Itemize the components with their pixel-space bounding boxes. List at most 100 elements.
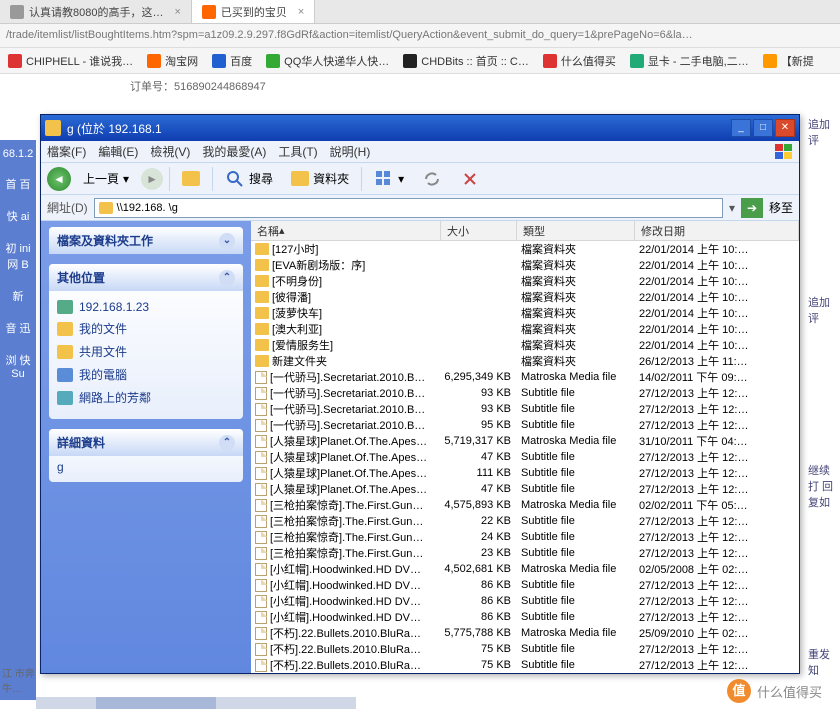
- file-row[interactable]: [一代骄马].Secretariat.2010.B…93 KBSubtitle …: [251, 385, 799, 401]
- file-row[interactable]: [EVA新剧场版：序]檔案資料夾22/01/2014 上午 10:…: [251, 257, 799, 273]
- file-row[interactable]: [三枪拍案惊奇].The.First.Gun…22 KBSubtitle fil…: [251, 513, 799, 529]
- file-icon: [255, 451, 267, 464]
- maximize-button[interactable]: □: [753, 119, 773, 137]
- col-date[interactable]: 修改日期: [635, 221, 799, 240]
- menubar: 檔案(F) 編輯(E) 檢視(V) 我的最愛(A) 工具(T) 說明(H): [41, 141, 799, 163]
- bookmark-item[interactable]: 百度: [212, 53, 252, 69]
- file-row[interactable]: [一代骄马].Secretariat.2010.B…95 KBSubtitle …: [251, 417, 799, 433]
- chevron-icon: ⌄: [219, 233, 235, 249]
- address-bar: 網址(D) \\192.168. \g ▾ ➔ 移至: [41, 195, 799, 221]
- menu-item[interactable]: 工具(T): [278, 143, 317, 160]
- address-label: 網址(D): [47, 199, 88, 216]
- file-row[interactable]: [三枪拍案惊奇].The.First.Gun…23 KBSubtitle fil…: [251, 545, 799, 561]
- file-row[interactable]: [人猿星球]Planet.Of.The.Apes…111 KBSubtitle …: [251, 465, 799, 481]
- cancel-icon[interactable]: [454, 167, 486, 191]
- url-bar[interactable]: /trade/itemlist/listBoughtItems.htm?spm=…: [0, 24, 840, 48]
- minimize-button[interactable]: _: [731, 119, 751, 137]
- bookmark-item[interactable]: 淘宝网: [147, 53, 198, 69]
- file-row[interactable]: [小红帽].Hoodwinked.HD DV…86 KBSubtitle fil…: [251, 609, 799, 625]
- file-row[interactable]: [三枪拍案惊奇].The.First.Gun…4,575,893 KBMatro…: [251, 497, 799, 513]
- go-label: 移至: [769, 199, 793, 216]
- places-section-header[interactable]: 其他位置⌃: [49, 264, 243, 291]
- file-row[interactable]: [爱情服务生]檔案資料夾22/01/2014 上午 10:…: [251, 337, 799, 353]
- scrollbar[interactable]: [36, 697, 356, 709]
- details-section-header[interactable]: 詳細資料⌃: [49, 429, 243, 456]
- file-icon: [255, 563, 267, 576]
- file-row[interactable]: [小红帽].Hoodwinked.HD DV…4,502,681 KBMatro…: [251, 561, 799, 577]
- chevron-icon: ⌃: [219, 435, 235, 451]
- place-item[interactable]: 共用文件: [57, 340, 235, 363]
- view-button[interactable]: ▾: [368, 167, 410, 191]
- file-row[interactable]: [不明身份]檔案資料夾22/01/2014 上午 10:…: [251, 273, 799, 289]
- file-row[interactable]: [小红帽].Hoodwinked.HD DV…86 KBSubtitle fil…: [251, 577, 799, 593]
- sync-icon[interactable]: [416, 167, 448, 191]
- address-input[interactable]: \\192.168. \g: [94, 198, 723, 218]
- file-row[interactable]: [小红帽].Hoodwinked.HD DV…86 KBSubtitle fil…: [251, 593, 799, 609]
- file-row[interactable]: [不朽].22.Bullets.2010.BluRa…75 KBSubtitle…: [251, 641, 799, 657]
- col-size[interactable]: 大小: [441, 221, 517, 240]
- file-row[interactable]: [一代骄马].Secretariat.2010.B…93 KBSubtitle …: [251, 401, 799, 417]
- file-row[interactable]: [澳大利亚]檔案資料夾22/01/2014 上午 10:…: [251, 321, 799, 337]
- file-row[interactable]: [127小时]檔案資料夾22/01/2014 上午 10:…: [251, 241, 799, 257]
- close-button[interactable]: ✕: [775, 119, 795, 137]
- file-row[interactable]: [彼得潘]檔案資料夾22/01/2014 上午 10:…: [251, 289, 799, 305]
- col-type[interactable]: 類型: [517, 221, 635, 240]
- folder-icon: [255, 291, 269, 303]
- folders-button[interactable]: 資料夾: [285, 168, 355, 189]
- file-icon: [255, 595, 267, 608]
- file-row[interactable]: [菠萝快车]檔案資料夾22/01/2014 上午 10:…: [251, 305, 799, 321]
- browser-tab[interactable]: 已买到的宝贝×: [192, 0, 315, 23]
- bookmark-item[interactable]: QQ华人快递华人快…: [266, 53, 389, 69]
- file-row[interactable]: [不朽].22.Bullets.2010.BluRa…75 KBSubtitle…: [251, 657, 799, 673]
- place-item[interactable]: 我的文件: [57, 317, 235, 340]
- forward-button: ►: [141, 168, 163, 190]
- watermark: 值 什么值得买: [727, 679, 822, 703]
- folder-icon: [45, 120, 61, 136]
- file-row[interactable]: [人猿星球]Planet.Of.The.Apes…47 KBSubtitle f…: [251, 449, 799, 465]
- browser-tab[interactable]: 认真请教8080的高手，这…×: [0, 0, 192, 23]
- close-icon[interactable]: ×: [298, 6, 304, 18]
- file-row[interactable]: [三枪拍案惊奇].The.First.Gun…24 KBSubtitle fil…: [251, 529, 799, 545]
- folder-icon: [99, 202, 113, 214]
- go-button[interactable]: ➔: [741, 198, 763, 218]
- chevron-icon: ⌃: [219, 270, 235, 286]
- order-number: 订单号：516890244868947: [0, 74, 840, 98]
- file-row[interactable]: [不朽].22.Bullets.2010.BluRa…5,775,788 KBM…: [251, 625, 799, 641]
- menu-item[interactable]: 我的最愛(A): [202, 143, 266, 160]
- place-item[interactable]: 網路上的芳鄰: [57, 386, 235, 409]
- file-row[interactable]: [一代骄马].Secretariat.2010.B…6,295,349 KBMa…: [251, 369, 799, 385]
- folder-icon: [255, 259, 269, 271]
- menu-item[interactable]: 編輯(E): [98, 143, 138, 160]
- menu-item[interactable]: 檢視(V): [150, 143, 190, 160]
- search-button[interactable]: 搜尋: [219, 167, 279, 191]
- file-icon: [255, 467, 267, 480]
- titlebar[interactable]: g (位於 192.168.1 _ □ ✕: [41, 115, 799, 141]
- bookmark-item[interactable]: CHIPHELL - 谁说我…: [8, 53, 133, 69]
- file-row[interactable]: 新建文件夹檔案資料夾26/12/2013 上午 11:…: [251, 353, 799, 369]
- bookmark-item[interactable]: CHDBits :: 首页 :: C…: [403, 53, 529, 69]
- place-item[interactable]: 192.168.1.23: [57, 297, 235, 317]
- bookmark-item[interactable]: 什么值得买: [543, 53, 616, 69]
- toolbar: ◄ 上一頁 ▾ ► 搜尋 資料夾 ▾: [41, 163, 799, 195]
- back-button[interactable]: ◄: [47, 167, 71, 191]
- file-icon: [255, 435, 267, 448]
- up-button[interactable]: [176, 169, 206, 188]
- folder-icon: [255, 307, 269, 319]
- bookmark-item[interactable]: 【新提: [763, 53, 814, 69]
- menu-item[interactable]: 說明(H): [330, 143, 371, 160]
- file-row[interactable]: [人猿星球]Planet.Of.The.Apes…5,719,317 KBMat…: [251, 433, 799, 449]
- bookmark-item[interactable]: 显卡 - 二手电脑,二…: [630, 53, 749, 69]
- close-icon[interactable]: ×: [174, 6, 180, 18]
- col-name[interactable]: 名稱 ▴: [251, 221, 441, 240]
- menu-item[interactable]: 檔案(F): [47, 143, 86, 160]
- folder-icon: [255, 323, 269, 335]
- back-label[interactable]: 上一頁 ▾: [77, 168, 135, 189]
- folder-icon: [255, 355, 269, 367]
- explorer-window: g (位於 192.168.1 _ □ ✕ 檔案(F) 編輯(E) 檢視(V) 我的最…: [40, 114, 800, 674]
- column-headers[interactable]: 名稱 ▴ 大小 類型 修改日期: [251, 221, 799, 241]
- file-row[interactable]: [人猿星球]Planet.Of.The.Apes…47 KBSubtitle f…: [251, 481, 799, 497]
- file-list-pane: 名稱 ▴ 大小 類型 修改日期 [127小时]檔案資料夾22/01/2014 上…: [251, 221, 799, 673]
- file-icon: [255, 643, 267, 656]
- place-item[interactable]: 我的電腦: [57, 363, 235, 386]
- tasks-section-header[interactable]: 檔案及資料夾工作⌄: [49, 227, 243, 254]
